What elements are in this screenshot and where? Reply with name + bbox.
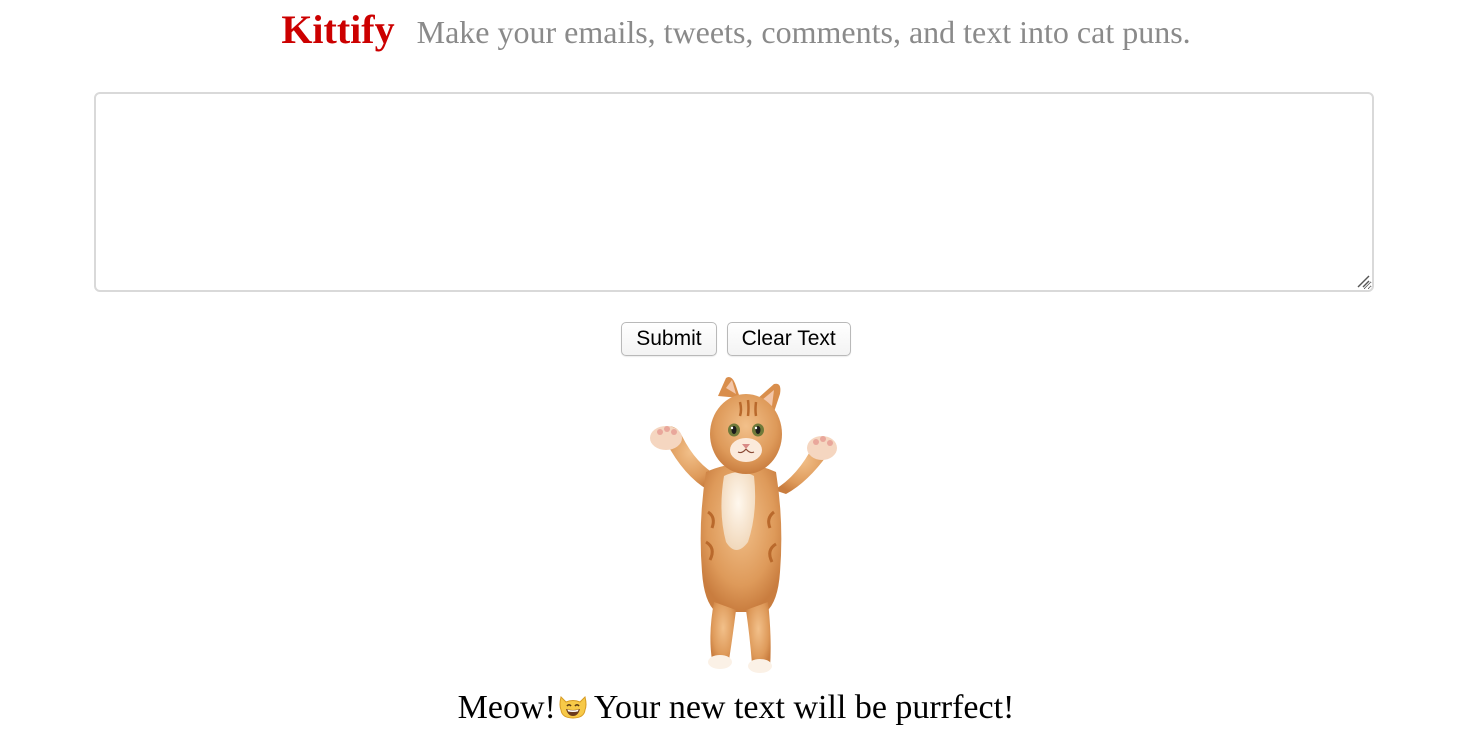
meow-text: Meow! [457, 689, 556, 726]
page-header: Kittify Make your emails, tweets, commen… [0, 4, 1472, 60]
text-input[interactable] [94, 92, 1374, 292]
tagline: Make your emails, tweets, comments, and … [416, 14, 1191, 50]
result-message: Meow! Your new text will be purrfect! [0, 682, 1472, 734]
grinning-cat-emoji-icon [559, 696, 587, 719]
kitten-illustration [650, 377, 837, 673]
kitten-image [636, 372, 846, 674]
brand-title: Kittify [281, 7, 395, 52]
purrfect-text: Your new text will be purrfect! [593, 689, 1015, 726]
action-buttons: Submit Clear Text [0, 322, 1472, 356]
text-input-container [94, 92, 1374, 292]
submit-button[interactable]: Submit [621, 322, 717, 356]
clear-text-button[interactable]: Clear Text [726, 322, 851, 356]
